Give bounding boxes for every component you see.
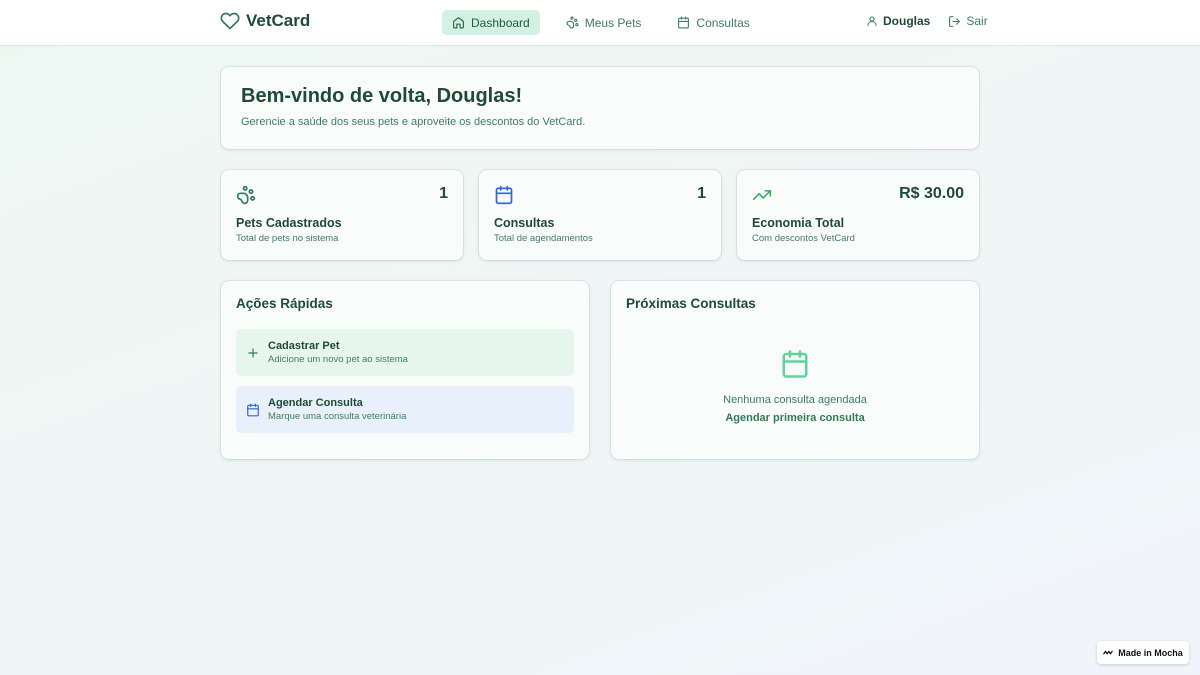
nav-dashboard[interactable]: Dashboard: [442, 10, 540, 35]
stat-title: Pets Cadastrados: [236, 216, 342, 230]
stat-subtitle: Total de pets no sistema: [236, 233, 339, 244]
stat-card-economia: R$ 30.00 Economia Total Com descontos Ve…: [737, 170, 979, 260]
mocha-logo-icon: [1103, 650, 1114, 654]
stat-value: 1: [439, 185, 448, 202]
logout-icon: [949, 15, 961, 27]
nav-meus-pets-label: Meus Pets: [584, 15, 642, 30]
nav-consultas[interactable]: Consultas: [667, 10, 759, 35]
action-subtitle: Adicione um novo pet ao sistema: [268, 354, 408, 365]
main-nav: Dashboard Meus Pets Consultas: [442, 10, 760, 35]
empty-state-text: Nenhuma consulta agendada: [723, 394, 867, 406]
action-title: Agendar Consulta: [268, 397, 363, 409]
user-area: Douglas Sair: [866, 14, 988, 28]
paw-icon: [566, 16, 579, 29]
action-subtitle: Marque uma consulta veterinária: [268, 411, 407, 422]
user-icon: [867, 16, 877, 26]
stat-value: 1: [697, 185, 706, 202]
top-navbar: VetCard Dashboard Meus Pets Consultas Do…: [0, 0, 1200, 46]
stat-title: Consultas: [494, 216, 555, 230]
stat-subtitle: Total de agendamentos: [494, 233, 593, 244]
stat-subtitle: Com descontos VetCard: [752, 233, 855, 244]
cadastrar-pet-button[interactable]: Cadastrar Pet Adicione um novo pet ao si…: [236, 329, 574, 376]
heart-icon: [220, 12, 240, 30]
calendar-icon: [678, 16, 690, 29]
stat-title: Economia Total: [752, 216, 845, 230]
calendar-icon: [247, 403, 259, 416]
plus-icon: [248, 347, 258, 358]
quick-actions-title: Ações Rápidas: [236, 296, 333, 311]
stat-card-pets: 1 Pets Cadastrados Total de pets no sist…: [221, 170, 463, 260]
upcoming-title: Próximas Consultas: [626, 296, 756, 311]
trending-up-icon: [752, 190, 772, 200]
stat-card-consultas: 1 Consultas Total de agendamentos: [479, 170, 721, 260]
logout-label: Sair: [966, 14, 988, 28]
welcome-title: Bem-vindo de volta, Douglas!: [241, 85, 523, 107]
brand-logo[interactable]: VetCard: [220, 11, 310, 31]
nav-consultas-label: Consultas: [696, 15, 750, 30]
agendar-consulta-button[interactable]: Agendar Consulta Marque uma consulta vet…: [236, 386, 574, 433]
empty-state: Nenhuma consulta agendada Agendar primei…: [611, 349, 979, 426]
nav-dashboard-label: Dashboard: [471, 15, 530, 30]
schedule-first-consultation-link[interactable]: Agendar primeira consulta: [725, 412, 864, 424]
paw-icon: [236, 185, 256, 205]
user-profile[interactable]: Douglas: [866, 14, 930, 28]
calendar-icon: [495, 185, 513, 205]
made-in-mocha-badge[interactable]: Made in Mocha: [1097, 641, 1189, 664]
upcoming-appointments-card: Próximas Consultas Nenhuma consulta agen…: [611, 281, 979, 459]
calendar-icon: [782, 350, 808, 378]
stat-value: R$ 30.00: [899, 185, 964, 202]
nav-meus-pets[interactable]: Meus Pets: [556, 10, 652, 35]
quick-actions-card: Ações Rápidas Cadastrar Pet Adicione um …: [221, 281, 589, 459]
welcome-card: Bem-vindo de volta, Douglas! Gerencie a …: [221, 67, 979, 149]
home-icon: [453, 17, 464, 29]
welcome-subtitle: Gerencie a saúde dos seus pets e aprovei…: [241, 116, 586, 128]
logout-button[interactable]: Sair: [948, 14, 988, 28]
user-name: Douglas: [883, 14, 931, 28]
brand-name: VetCard: [246, 11, 311, 30]
action-title: Cadastrar Pet: [268, 340, 340, 352]
badge-label: Made in Mocha: [1118, 647, 1183, 658]
